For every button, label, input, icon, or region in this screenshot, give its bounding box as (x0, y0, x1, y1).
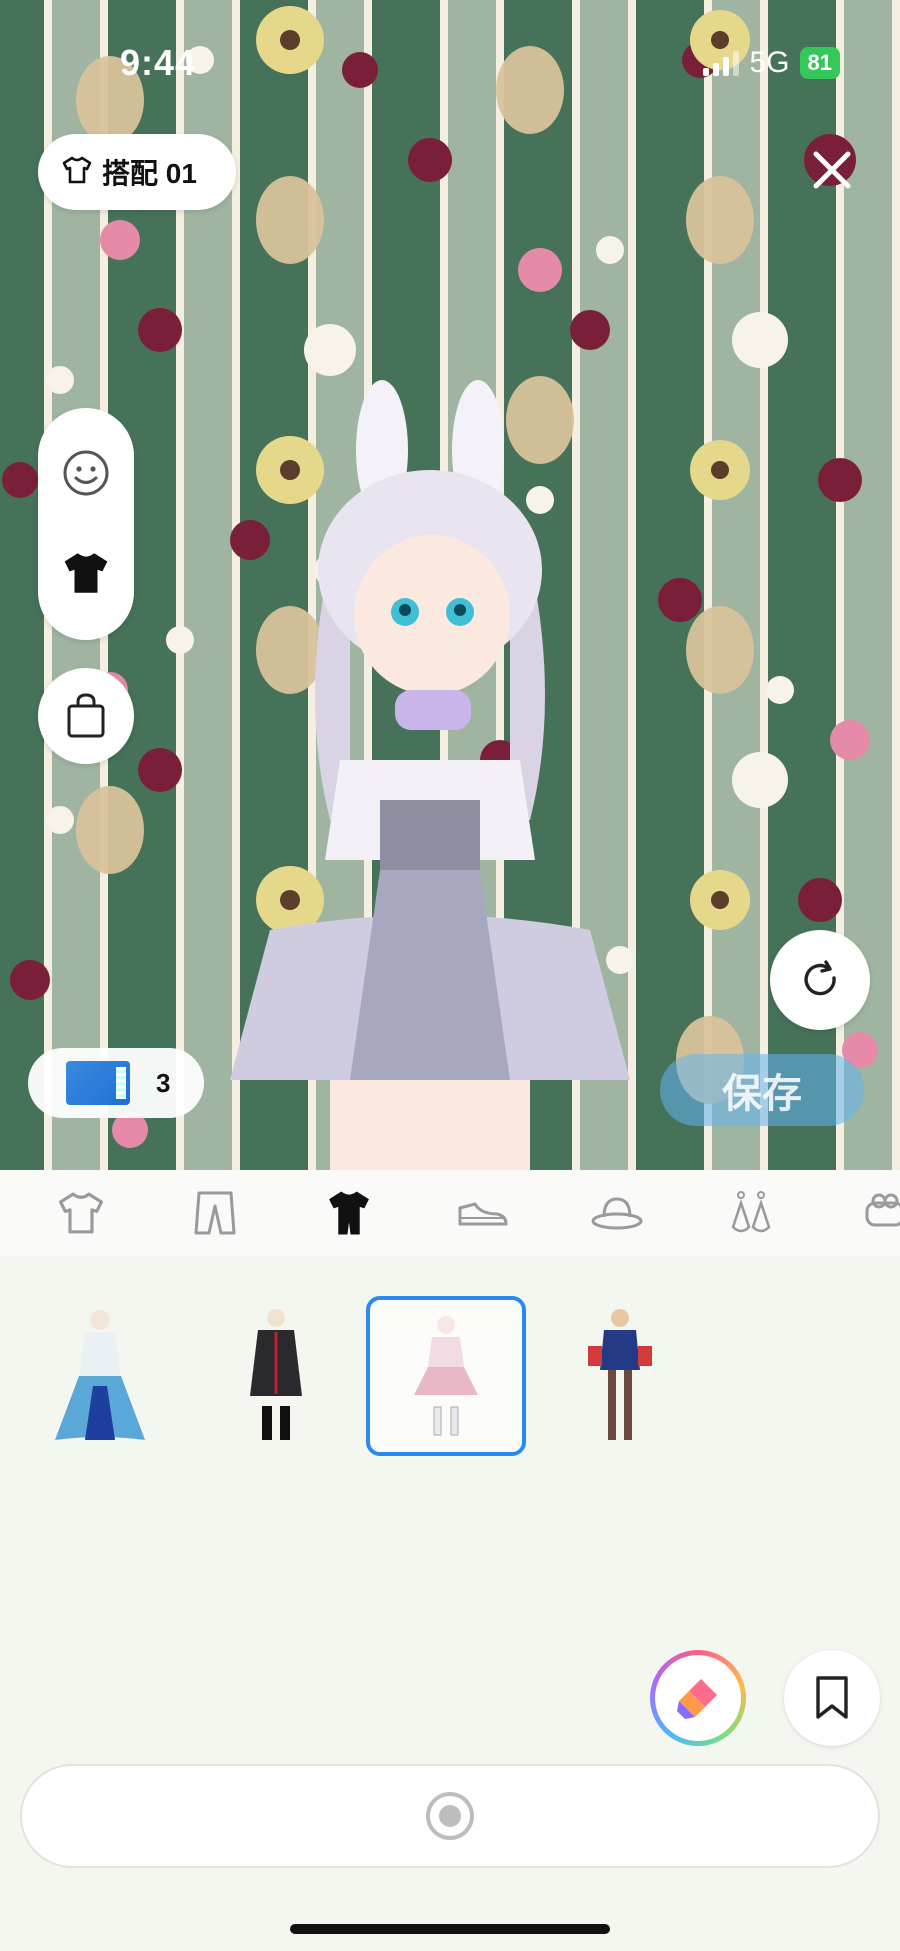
battery-indicator: 81 (799, 47, 840, 79)
outfit-items (0, 1296, 900, 1496)
tab-accessory[interactable] (818, 1170, 900, 1256)
network-label: 5G (749, 46, 790, 79)
avatar-stage: 9:44 5G 81 搭配 01 3 保存 (0, 0, 900, 1170)
face-icon (63, 450, 109, 495)
tshirt-icon (59, 1192, 103, 1234)
close-button[interactable] (800, 138, 864, 202)
outfit-selector[interactable]: 搭配 01 (38, 134, 236, 210)
ticket-counter[interactable]: 3 (28, 1048, 204, 1118)
status-time: 9:44 (120, 42, 197, 83)
reset-pose-button[interactable] (770, 930, 870, 1030)
ticket-count: 3 (156, 1067, 171, 1098)
outfit-label: 搭配 01 (102, 158, 197, 189)
tab-set[interactable] (282, 1170, 416, 1256)
bookmark-icon (816, 1676, 848, 1719)
close-icon (813, 151, 851, 189)
save-button[interactable]: 保存 (660, 1054, 864, 1126)
outfit-set-icon (329, 1191, 369, 1235)
ai-style-button[interactable] (650, 1650, 746, 1746)
shop-button[interactable] (38, 668, 134, 764)
wardrobe-panel (0, 1170, 900, 1951)
face-button[interactable] (61, 448, 111, 503)
tab-top[interactable] (14, 1170, 148, 1256)
tshirt-outline-icon (62, 156, 92, 189)
item-blue-gown[interactable] (20, 1296, 180, 1456)
left-toolbar (38, 408, 134, 640)
status-indicators: 5G 81 (703, 46, 840, 80)
capture-bar[interactable] (20, 1764, 880, 1868)
refresh-icon (804, 960, 836, 996)
shoe-icon (458, 1202, 508, 1226)
hat-icon (591, 1197, 643, 1230)
bookmark-button[interactable] (784, 1650, 880, 1746)
clothes-button[interactable] (61, 550, 111, 601)
ticket-icon (66, 1061, 130, 1105)
home-indicator[interactable] (290, 1924, 610, 1934)
accessory-icon (865, 1193, 900, 1227)
earrings-icon (731, 1191, 771, 1233)
item-pink-lolita-dress[interactable] (366, 1296, 526, 1456)
tab-bottom[interactable] (148, 1170, 282, 1256)
ai-style-button-inner (655, 1655, 741, 1741)
blue-gown-thumbnail (55, 1310, 145, 1440)
signal-icon (703, 50, 740, 76)
magician-outfit-thumbnail (588, 1309, 652, 1440)
capture-icon (426, 1792, 474, 1840)
item-black-coat[interactable] (196, 1296, 356, 1456)
tab-shoes[interactable] (416, 1170, 550, 1256)
tshirt-filled-icon (64, 552, 108, 593)
pants-icon (194, 1191, 236, 1235)
tab-earrings[interactable] (684, 1170, 818, 1256)
category-tabs (0, 1170, 900, 1256)
item-magician-outfit[interactable] (540, 1296, 700, 1456)
black-coat-thumbnail (250, 1309, 302, 1440)
tab-hat[interactable] (550, 1170, 684, 1256)
shopping-bag-icon (67, 693, 105, 738)
pink-dress-thumbnail (414, 1316, 478, 1436)
magic-wand-icon (677, 1679, 717, 1719)
